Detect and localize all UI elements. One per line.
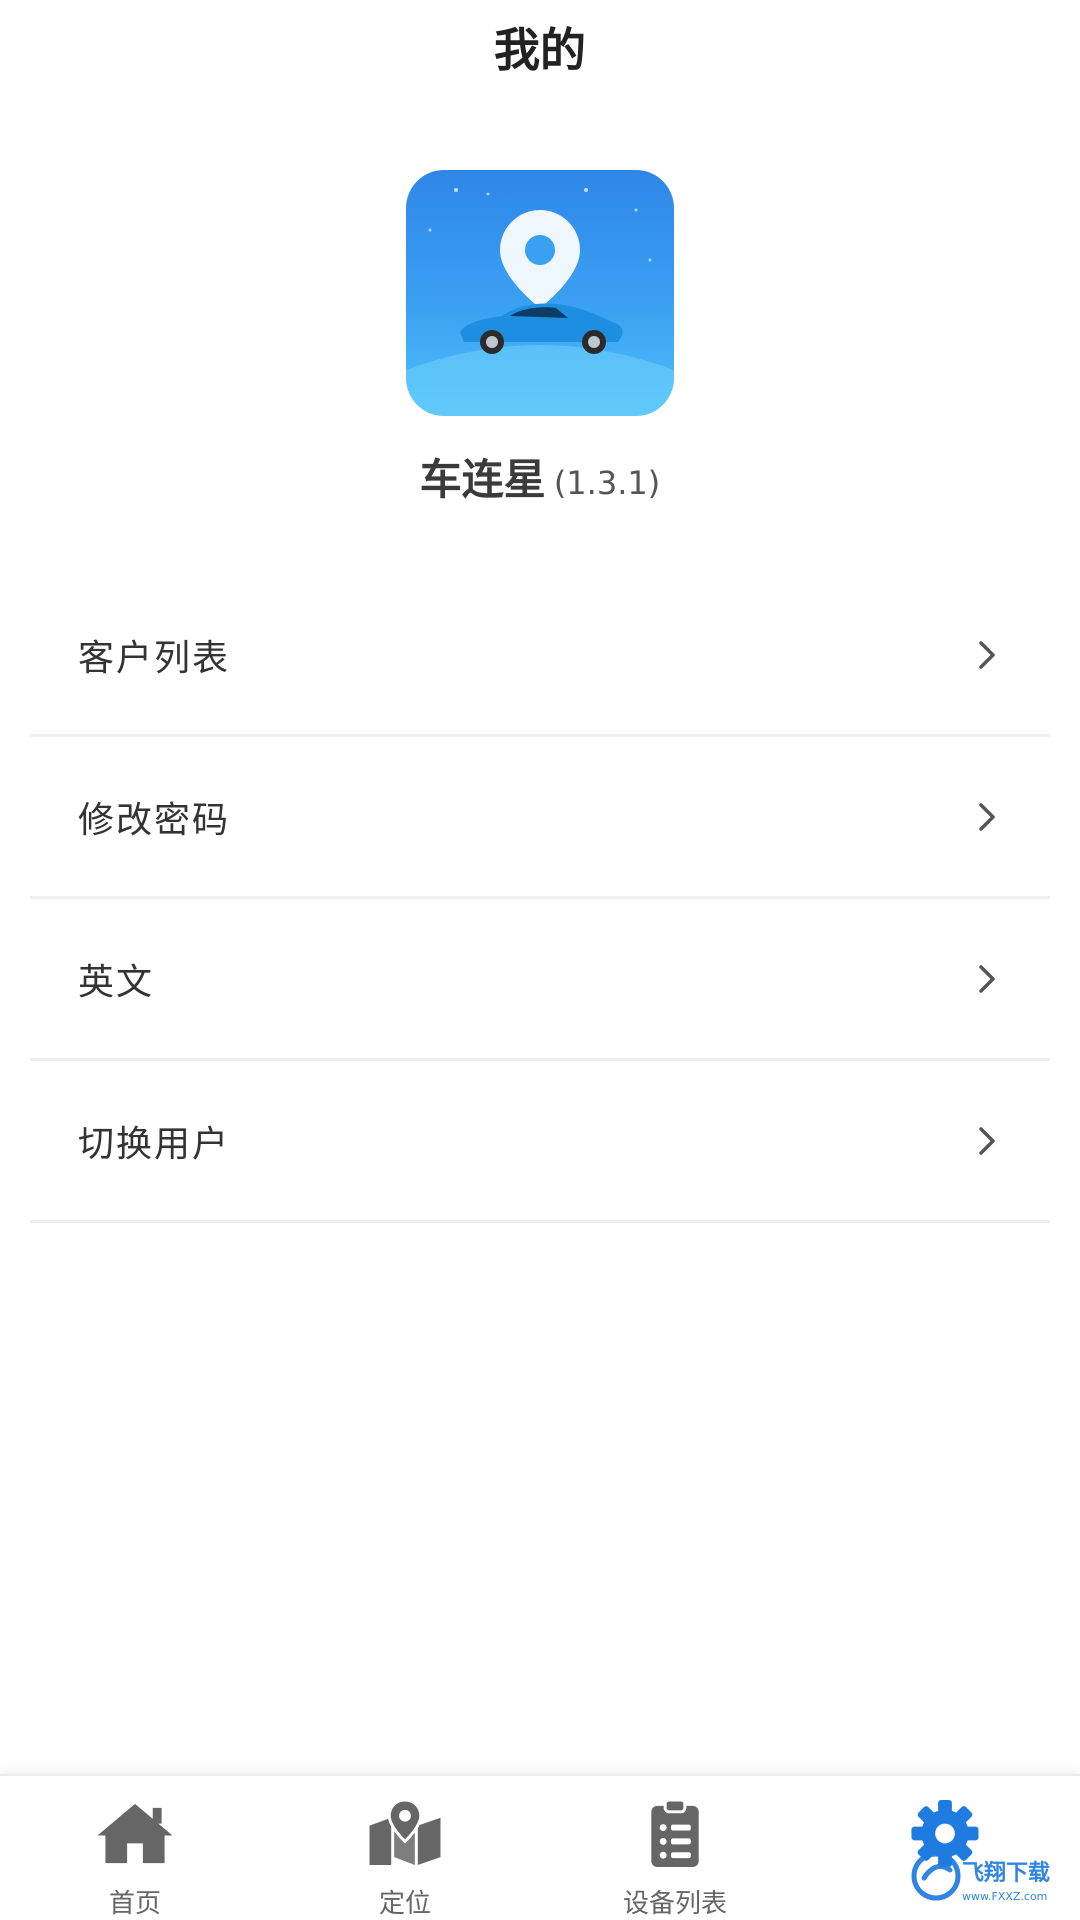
menu-item-label: 客户列表 xyxy=(78,637,231,679)
chevron-right-icon xyxy=(979,640,995,669)
menu-item-change-password[interactable]: 修改密码 xyxy=(30,737,1050,899)
nav-item-label: 设备列表 xyxy=(622,1889,727,1919)
nav-item-device-list[interactable]: 设备列表 xyxy=(540,1776,810,1920)
watermark-logo: 飞翔下载 www.FXXZ.com xyxy=(911,1851,1050,1903)
nav-item-label: 首页 xyxy=(108,1889,161,1919)
menu-item-switch-user[interactable]: 切换用户 xyxy=(30,1061,1050,1223)
watermark-url: www.FXXZ.com xyxy=(962,1890,1047,1903)
app-name-version: 车连星 (1.3.1) xyxy=(0,450,1080,519)
menu-item-customer-list[interactable]: 客户列表 xyxy=(30,575,1050,737)
nav-item-location[interactable]: 定位 xyxy=(270,1776,540,1920)
chevron-right-icon xyxy=(979,1126,995,1155)
app-name: 车连星 xyxy=(419,455,546,504)
nav-item-home[interactable]: 首页 xyxy=(0,1776,270,1920)
settings-menu: 客户列表 修改密码 英文 切换用户 xyxy=(30,575,1050,1223)
nav-item-label: 定位 xyxy=(378,1889,431,1919)
menu-item-english[interactable]: 英文 xyxy=(30,899,1050,1061)
app-version: (1.3.1) xyxy=(553,464,661,502)
home-icon xyxy=(97,1803,173,1864)
map-pin-icon xyxy=(369,1798,441,1866)
chevron-right-icon xyxy=(979,964,995,993)
profile-screen: 我的 车连星 (1.3.1) 客户列表 修改密码 英文 切换用户 首页 定位 设… xyxy=(0,0,1080,1920)
app-logo xyxy=(406,170,674,416)
watermark-text: 飞翔下载 xyxy=(962,1860,1050,1886)
menu-item-label: 切换用户 xyxy=(78,1123,231,1165)
page-title: 我的 xyxy=(494,23,586,77)
clipboard-list-icon xyxy=(651,1798,699,1868)
chevron-right-icon xyxy=(979,802,995,831)
menu-item-label: 修改密码 xyxy=(78,799,231,841)
menu-item-label: 英文 xyxy=(78,961,155,1003)
